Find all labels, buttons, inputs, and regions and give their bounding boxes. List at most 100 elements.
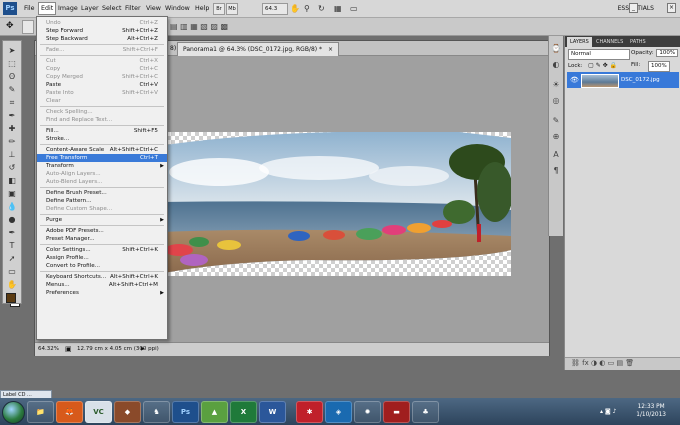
start-button[interactable] — [2, 401, 25, 424]
shape-tool-icon[interactable]: ▭ — [6, 266, 18, 277]
move-tool-icon[interactable]: ✥ — [6, 20, 14, 32]
tool-preset-picker[interactable] — [22, 20, 34, 34]
menu-item-stroke[interactable]: Stroke... — [37, 135, 167, 143]
tab-paths[interactable]: PATHS — [627, 37, 649, 47]
player-icon[interactable]: ♣ — [412, 401, 439, 423]
status-menu-arrow-icon[interactable]: ▶ — [141, 343, 145, 356]
hand-tool-icon[interactable]: ✋ — [6, 279, 18, 290]
status-menu-icon[interactable]: ▣ — [65, 343, 72, 356]
clone-source-icon[interactable]: ⊕ — [551, 132, 561, 142]
tray-icons[interactable]: ▴ ◙ ♪ — [600, 408, 616, 415]
app3-icon[interactable]: ▬ — [383, 401, 410, 423]
media-icon[interactable]: ◆ — [114, 401, 141, 423]
media2-icon[interactable]: ✹ — [354, 401, 381, 423]
bridge-button[interactable]: Br — [213, 3, 225, 15]
menu-item-fill[interactable]: Fill... Shift+F5 — [37, 127, 167, 135]
menu-item-assign-profile[interactable]: Assign Profile... — [37, 254, 167, 262]
rotate-view-icon[interactable]: ↻ — [318, 3, 325, 14]
tab-channels[interactable]: CHANNELS — [593, 37, 626, 47]
marquee-tool-icon[interactable]: ⬚ — [6, 58, 18, 69]
layer-name[interactable]: DSC_0172.jpg — [621, 75, 660, 85]
screen-mode-icon[interactable]: ▭ — [350, 3, 358, 14]
masks-panel-icon[interactable]: ◎ — [551, 96, 561, 106]
opacity-input[interactable]: 100% — [656, 49, 679, 57]
menu-item-preferences[interactable]: Preferences ▶ — [37, 289, 167, 297]
zoom-status-field[interactable]: 64.32% — [38, 343, 59, 356]
vlc-icon[interactable]: VC — [85, 401, 112, 423]
menu-item-convert-to-profile[interactable]: Convert to Profile... — [37, 262, 167, 270]
color-panel-icon[interactable]: ◐ — [551, 60, 561, 70]
menu-window[interactable]: Window — [163, 3, 192, 14]
app2-icon[interactable]: ◈ — [325, 401, 352, 423]
foreground-color-swatch[interactable] — [6, 293, 16, 303]
document-tab-panorama[interactable]: Panorama1 @ 64.3% (DSC_0172.jpg, RGB/8) … — [177, 42, 339, 56]
healing-brush-icon[interactable]: ✚ — [6, 123, 18, 134]
photoshop-taskbar-icon[interactable]: Ps — [172, 401, 199, 423]
minibridge-button[interactable]: Mb — [226, 3, 238, 15]
lasso-tool-icon[interactable]: ʘ — [6, 71, 18, 82]
game-icon[interactable]: ♞ — [143, 401, 170, 423]
brush-panel-icon[interactable]: ✎ — [551, 116, 561, 126]
close-button[interactable]: × — [667, 3, 676, 13]
app-icon[interactable]: ▲ — [201, 401, 228, 423]
menu-view[interactable]: View — [144, 3, 163, 14]
fill-input[interactable]: 100% — [648, 61, 670, 72]
blend-mode-select[interactable]: Normal — [568, 49, 630, 60]
gradient-tool-icon[interactable]: ▣ — [6, 188, 18, 199]
blur-tool-icon[interactable]: 💧 — [6, 201, 18, 212]
layer-row[interactable]: 👁 DSC_0172.jpg — [567, 72, 679, 88]
menu-item-transform[interactable]: Transform ▶ — [37, 162, 167, 170]
crop-tool-icon[interactable]: ⌗ — [6, 97, 18, 108]
move-tool-icon[interactable]: ➤ — [6, 45, 18, 56]
arrange-documents-icon[interactable]: ▦ — [334, 3, 342, 14]
excel-icon[interactable]: X — [230, 401, 257, 423]
eye-visibility-icon[interactable]: 👁 — [570, 75, 579, 85]
paragraph-panel-icon[interactable]: ¶ — [551, 166, 561, 176]
type-tool-icon[interactable]: T — [6, 240, 18, 251]
menu-select[interactable]: Select — [100, 3, 123, 14]
hand-tool-icon[interactable]: ✋ — [290, 3, 300, 14]
minimize-button[interactable]: _ — [629, 3, 638, 13]
quick-selection-icon[interactable]: ✎ — [6, 84, 18, 95]
path-selection-icon[interactable]: ➚ — [6, 253, 18, 264]
eyedropper-icon[interactable]: ✒ — [6, 110, 18, 121]
clone-stamp-icon[interactable]: ⊥ — [6, 149, 18, 160]
menu-item-free-transform[interactable]: Free Transform Ctrl+T — [37, 154, 167, 162]
game-app-icon[interactable]: ✱ — [296, 401, 323, 423]
system-clock[interactable]: 12:33 PM 1/10/2013 — [636, 403, 666, 419]
character-panel-icon[interactable]: A — [551, 150, 561, 160]
menu-item-preset-manager[interactable]: Preset Manager... — [37, 235, 167, 243]
menu-item-menus[interactable]: Menus... Alt+Shift+Ctrl+M — [37, 281, 167, 289]
menu-item-step-forward[interactable]: Step Forward Shift+Ctrl+Z — [37, 27, 167, 35]
menu-item-color-settings[interactable]: Color Settings... Shift+Ctrl+K — [37, 246, 167, 254]
menu-item-content-aware-scale[interactable]: Content-Aware Scale Alt+Shift+Ctrl+C — [37, 146, 167, 154]
align-icons[interactable]: ▤ ▥ ▦ ▧ ▨ ▩ — [170, 21, 228, 32]
history-panel-icon[interactable]: ⌚ — [551, 44, 561, 54]
menu-item-define-pattern[interactable]: Define Pattern... — [37, 197, 167, 205]
menu-item-adobe-pdf-presets[interactable]: Adobe PDF Presets... — [37, 227, 167, 235]
lock-icons[interactable]: ▢ ✎ ✥ 🔒 — [588, 62, 617, 69]
dodge-tool-icon[interactable]: ● — [6, 214, 18, 225]
menu-item-step-backward[interactable]: Step Backward Alt+Ctrl+Z — [37, 35, 167, 43]
brush-tool-icon[interactable]: ✏ — [6, 136, 18, 147]
explorer-icon[interactable]: 📁 — [27, 401, 54, 423]
eraser-icon[interactable]: ◧ — [6, 175, 18, 186]
zoom-level-select[interactable]: 64.3 — [262, 3, 288, 15]
close-tab-icon[interactable]: × — [328, 46, 333, 53]
menu-file[interactable]: File — [22, 3, 37, 14]
menu-edit[interactable]: Edit — [38, 2, 57, 15]
menu-help[interactable]: Help — [193, 3, 211, 14]
menu-filter[interactable]: Filter — [123, 3, 143, 14]
layer-actions-icons[interactable]: ⛓ fx ◑ ◐ ▭ ▤ 🗑 — [571, 359, 634, 367]
menu-item-paste[interactable]: Paste Ctrl+V — [37, 81, 167, 89]
menu-image[interactable]: Image — [56, 3, 80, 14]
word-icon[interactable]: W — [259, 401, 286, 423]
firefox-icon[interactable]: 🦊 — [56, 401, 83, 423]
pen-tool-icon[interactable]: ✒ — [6, 227, 18, 238]
menu-layer[interactable]: Layer — [79, 3, 101, 14]
menu-item-define-brush-preset[interactable]: Define Brush Preset... — [37, 189, 167, 197]
menu-item-purge[interactable]: Purge ▶ — [37, 216, 167, 224]
zoom-tool-icon[interactable]: ⚲ — [304, 3, 310, 14]
menu-item-keyboard-shortcuts[interactable]: Keyboard Shortcuts... Alt+Shift+Ctrl+K — [37, 273, 167, 281]
tab-layers[interactable]: LAYERS — [567, 37, 592, 47]
